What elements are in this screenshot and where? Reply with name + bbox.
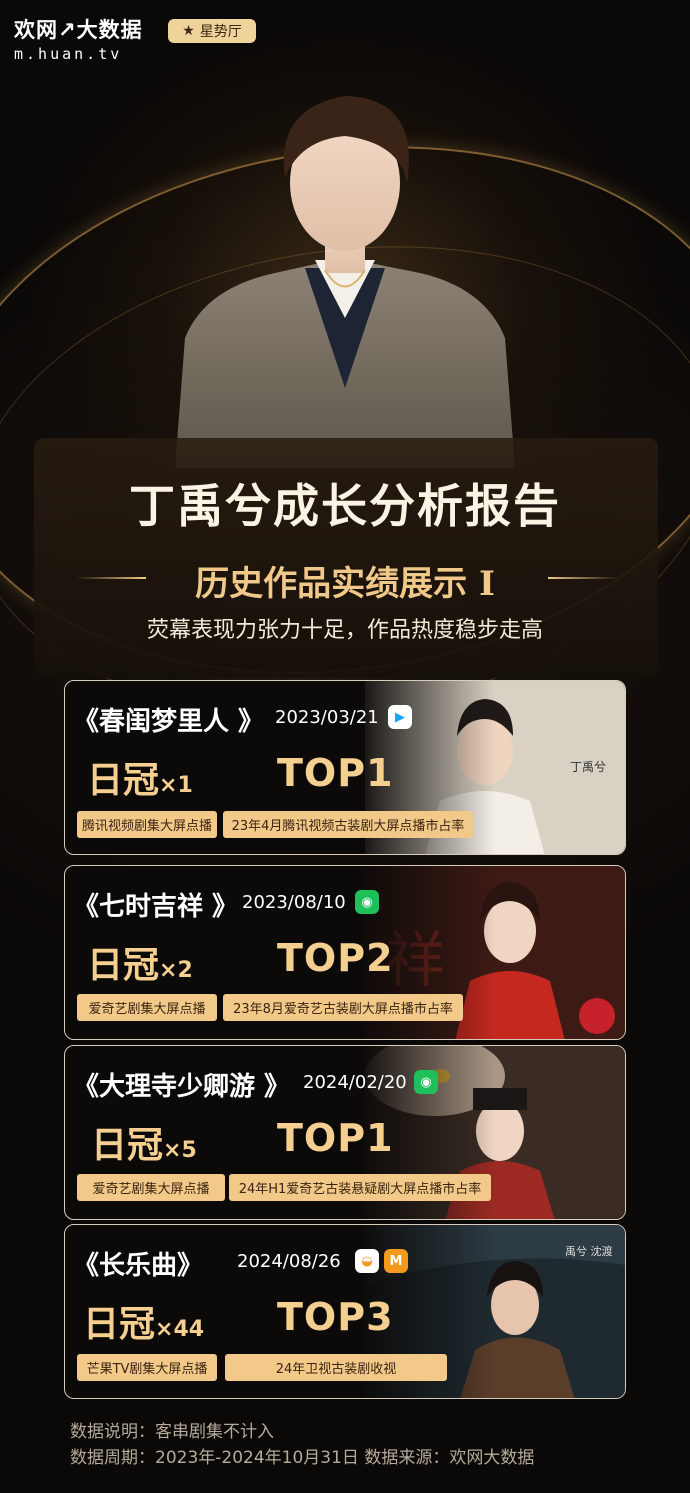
tag: 23年8月爱奇艺古装剧大屏点播市占率 — [223, 994, 463, 1021]
drama-title: 《大理寺少卿游 》 — [73, 1072, 291, 1102]
rank: TOP1 — [277, 1116, 394, 1160]
mango-tv-icon: M — [384, 1249, 408, 1273]
tag: 腾讯视频剧集大屏点播 — [77, 811, 217, 838]
crown-count: ×5 — [163, 1138, 197, 1163]
rank: TOP3 — [277, 1295, 394, 1339]
air-date: 2023/03/21 — [275, 707, 379, 728]
data-period: 数据周期：2023年-2024年10月31日 数据来源：欢网大数据 — [70, 1448, 535, 1468]
iqiyi-icon: ◉ — [355, 890, 379, 914]
drama-title: 《春闺梦里人 》 — [73, 707, 265, 737]
iqiyi-icon: ◉ — [414, 1070, 438, 1094]
air-date: 2023/08/10 — [242, 892, 346, 913]
crown-label: 日冠 — [87, 759, 160, 801]
crown-label: 日冠 — [87, 944, 160, 986]
crown-count: ×44 — [155, 1317, 205, 1342]
daily-crown: 日冠×1 — [87, 751, 193, 803]
air-date: 2024/08/26 — [237, 1251, 341, 1272]
logo-url: m.huan.tv — [14, 45, 123, 63]
section-title: 历史作品实绩展示 I — [195, 564, 495, 604]
work-card[interactable]: 丁禹兮 《春闺梦里人 》 2023/03/21 ▶ 日冠×1 TOP1 腾讯视频… — [64, 680, 626, 855]
brand-logo[interactable]: 欢网↗大数据 m.huan.tv — [14, 14, 143, 63]
tagline: 荧幕表现力张力十足，作品热度稳步走高 — [146, 618, 543, 643]
tencent-video-icon: ▶ — [388, 705, 412, 729]
work-card[interactable]: 禹兮 沈渡 《长乐曲》 2024/08/26 ◒ M 日冠×44 TOP3 芒果… — [64, 1224, 626, 1399]
svg-text:丁禹兮: 丁禹兮 — [570, 760, 606, 774]
page-title: 丁禹兮成长分析报告 — [129, 479, 561, 533]
tag: 芒果TV剧集大屏点播 — [77, 1354, 217, 1381]
crown-count: ×1 — [159, 773, 193, 798]
tag: 爱奇艺剧集大屏点播 — [77, 1174, 225, 1201]
tag: 爱奇艺剧集大屏点播 — [77, 994, 217, 1021]
logo-name: 欢网↗大数据 — [14, 18, 143, 42]
drama-title: 《七时吉祥 》 — [73, 892, 239, 922]
daily-crown: 日冠×2 — [87, 936, 193, 988]
crown-label: 日冠 — [91, 1124, 164, 1166]
hunan-tv-icon: ◒ — [355, 1249, 379, 1273]
title-divider-right — [548, 577, 618, 579]
daily-crown: 日冠×44 — [83, 1295, 204, 1347]
rank: TOP1 — [277, 751, 394, 795]
air-date: 2024/02/20 — [303, 1072, 407, 1093]
rank: TOP2 — [277, 936, 394, 980]
data-note: 数据说明：客串剧集不计入 — [70, 1422, 274, 1442]
drama-title: 《长乐曲》 — [73, 1251, 204, 1281]
crown-count: ×2 — [159, 958, 193, 983]
daily-crown: 日冠×5 — [91, 1116, 197, 1168]
tag: 24年卫视古装剧收视 — [225, 1354, 447, 1381]
tag: 23年4月腾讯视频古装剧大屏点播市占率 — [223, 811, 473, 838]
svg-text:禹兮 沈渡: 禹兮 沈渡 — [565, 1244, 613, 1258]
work-card[interactable]: 《大理寺少卿游 》 2024/02/20 ◉ 日冠×5 TOP1 爱奇艺剧集大屏… — [64, 1045, 626, 1220]
badge-label: 星势厅 — [199, 24, 242, 40]
xingshiting-badge[interactable]: ★ 星势厅 — [168, 19, 256, 43]
work-card[interactable]: 祥 《七时吉祥 》 2023/08/10 ◉ 日冠×2 TOP2 爱奇艺剧集大屏… — [64, 865, 626, 1040]
tag: 24年H1爱奇艺古装悬疑剧大屏点播市占率 — [229, 1174, 491, 1201]
star-icon: ★ — [182, 23, 195, 39]
crown-label: 日冠 — [83, 1303, 156, 1345]
portrait-photo — [175, 96, 515, 468]
